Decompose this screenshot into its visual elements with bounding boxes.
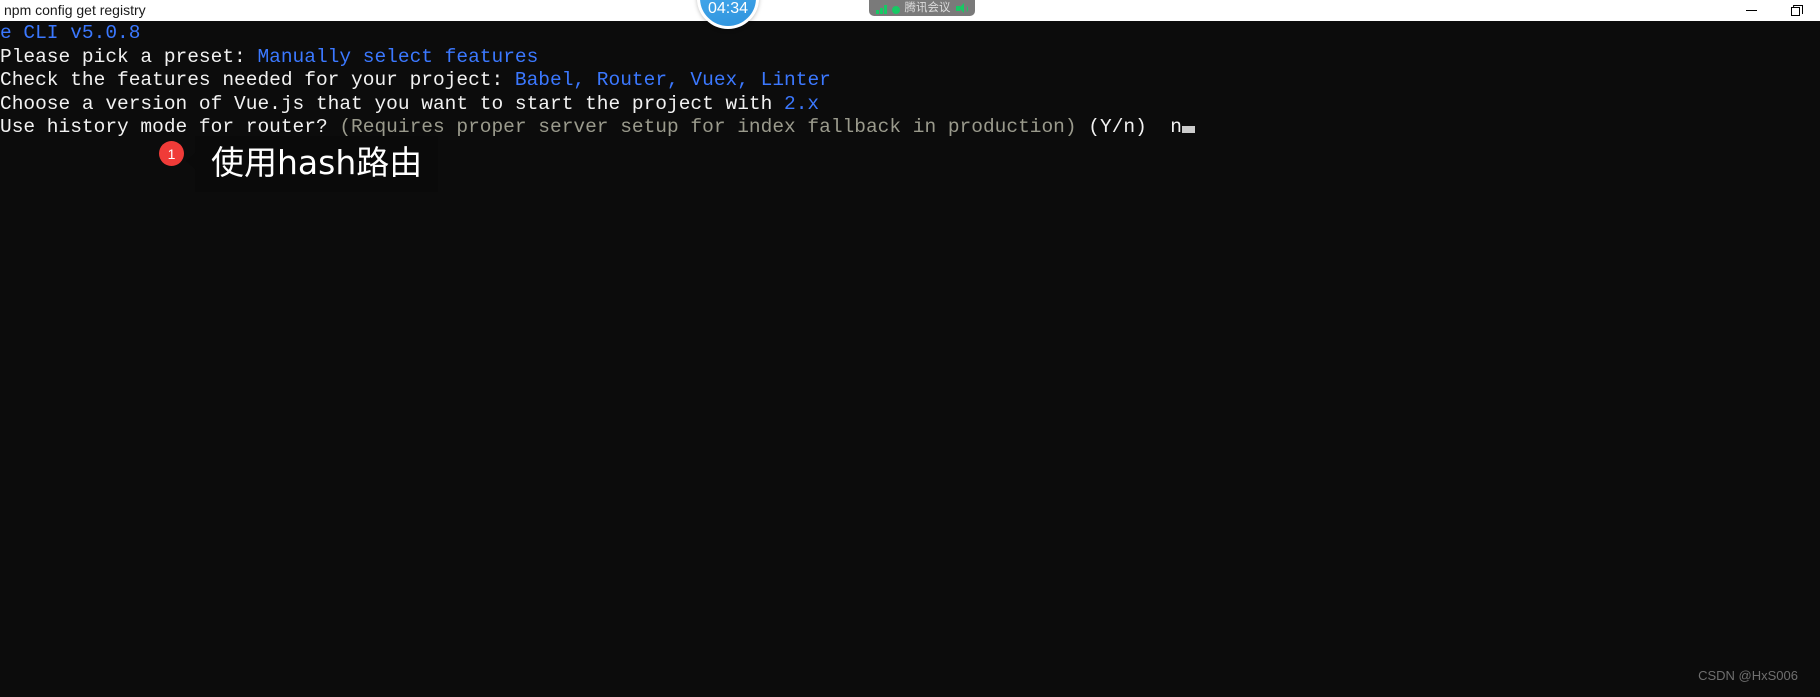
- meeting-timer-label: 04:34: [707, 0, 749, 17]
- annotation-callout: 1 使用hash路由: [159, 136, 439, 192]
- terminal-line: Check the features needed for your proje…: [0, 69, 1820, 93]
- terminal-output[interactable]: e CLI v5.0.8 Please pick a preset: Manual…: [0, 21, 1820, 697]
- terminal-text: e CLI v5.0.8: [0, 22, 141, 44]
- terminal-line: Choose a version of Vue.js that you want…: [0, 93, 1820, 117]
- annotation-box: 使用hash路由: [195, 136, 439, 192]
- window-title: npm config get registry: [4, 2, 146, 18]
- speaker-icon[interactable]: [955, 3, 968, 14]
- status-dot-icon: [891, 6, 900, 14]
- restore-icon: [1791, 4, 1803, 16]
- annotation-badge: 1: [159, 141, 184, 166]
- annotation-text: 使用hash路由: [211, 143, 423, 182]
- terminal-text: (Y/n): [1076, 116, 1159, 139]
- signal-bars-icon: [876, 5, 887, 14]
- terminal-text: Babel, Router, Vuex, Linter: [514, 69, 831, 92]
- terminal-text: (Requires proper server setup for index …: [339, 116, 1077, 139]
- window-controls: [1728, 0, 1820, 21]
- minimize-icon: [1745, 10, 1757, 11]
- terminal-text: Please pick a preset:: [0, 45, 258, 68]
- terminal-cursor: [1181, 126, 1195, 134]
- terminal-text: Choose a version of Vue.js that you want…: [0, 92, 785, 115]
- terminal-line: e CLI v5.0.8: [0, 22, 1820, 46]
- annotation-arrow-icon: [186, 152, 196, 170]
- terminal-line: Please pick a preset: Manually select fe…: [0, 46, 1820, 70]
- watermark: CSDN @HxS006: [1698, 668, 1798, 683]
- meeting-app-label: 腾讯会议: [904, 2, 951, 14]
- restore-button[interactable]: [1774, 0, 1820, 21]
- terminal-text: n: [1158, 116, 1182, 139]
- minimize-button[interactable]: [1728, 0, 1774, 21]
- meeting-status-pill[interactable]: 腾讯会议: [869, 0, 975, 16]
- terminal-text: Check the features needed for your proje…: [0, 69, 515, 92]
- terminal-text: Manually select features: [257, 45, 539, 68]
- terminal-text: 2.x: [784, 92, 820, 115]
